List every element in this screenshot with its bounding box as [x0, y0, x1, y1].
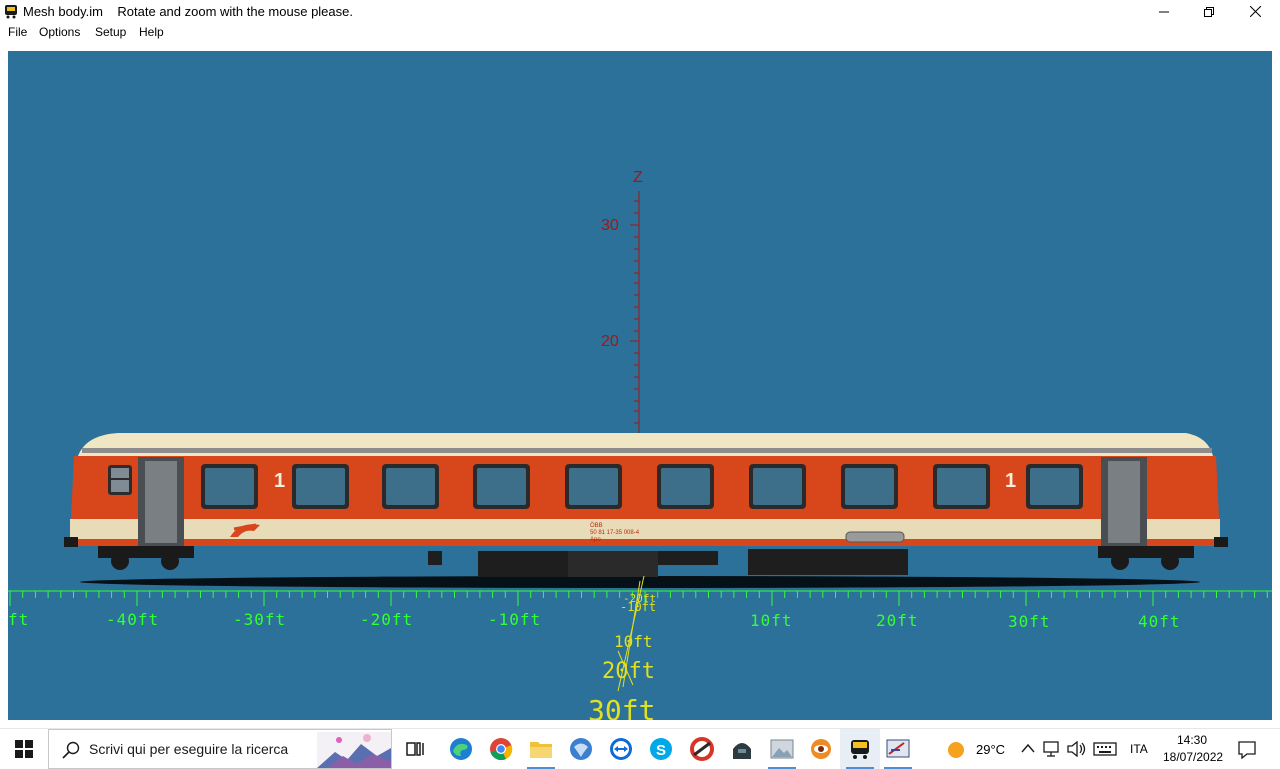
z-axis-label: Z [633, 169, 643, 186]
file-explorer-icon [530, 742, 552, 758]
title-bar: Mesh body.im Rotate and zoom with the mo… [0, 0, 1280, 23]
taskbar-teamviewer[interactable] [601, 729, 641, 769]
start-button[interactable] [0, 729, 48, 769]
menu-help[interactable]: Help [138, 25, 165, 39]
taskbar-eye-app[interactable] [801, 729, 841, 769]
windows-icon [15, 740, 33, 758]
y-tick-30: 30ft [588, 694, 655, 720]
minimize-icon [1159, 11, 1169, 12]
taskbar-file-explorer[interactable] [521, 729, 561, 769]
x-tick-20: 20ft [876, 611, 919, 630]
taskbar-mesh-viewer[interactable] [878, 729, 918, 769]
network-icon[interactable] [1043, 741, 1063, 757]
x-tick-30: 30ft [1008, 612, 1051, 631]
coach-type: Apo [590, 537, 601, 543]
chrome-icon [490, 738, 513, 761]
mesh-viewer-icon [886, 739, 910, 758]
photos-icon [770, 739, 794, 759]
ccleaner-icon [690, 737, 714, 761]
x-tick-10: 10ft [750, 611, 793, 630]
x-tick-neg10: -10ft [488, 610, 541, 629]
train-app-icon [851, 740, 869, 759]
menu-file[interactable]: File [7, 25, 28, 39]
menu-setup[interactable]: Setup [94, 25, 127, 39]
taskbar-app-figure[interactable] [722, 729, 762, 769]
search-icon [62, 741, 80, 759]
z-tick-30: 30 [601, 217, 619, 234]
search-placeholder: Scrivi qui per eseguire la ricerca [89, 741, 289, 757]
window-title: Mesh body.im Rotate and zoom with the mo… [23, 4, 353, 19]
search-box[interactable]: Scrivi qui per eseguire la ricerca [48, 729, 392, 769]
weather-sun-icon [948, 742, 964, 758]
taskbar-chrome[interactable] [481, 729, 521, 769]
taskbar-train-app[interactable] [840, 729, 880, 769]
clock-date[interactable]: 18/07/2022 [1163, 750, 1223, 764]
taskbar-app-globe[interactable] [561, 729, 601, 769]
class-number-right: 1 [1005, 470, 1016, 492]
search-highlight-icon [317, 732, 391, 768]
mesh-scene: Z 30 20 1 1 ÖBB 50 81 17-35 008-4 Apo ft… [8, 169, 1272, 720]
keyboard-icon[interactable] [1093, 741, 1117, 757]
chevron-up-icon[interactable] [1021, 743, 1035, 753]
app-icon-blue-globe [570, 738, 592, 760]
railway-coach: 1 1 ÖBB 50 81 17-35 008-4 Apo [64, 433, 1228, 577]
y-tick-neg10: -10ft [620, 600, 656, 614]
notification-icon[interactable] [1238, 741, 1256, 759]
taskbar-skype[interactable]: S [641, 729, 681, 769]
x-tick-neg30: -30ft [233, 610, 286, 629]
taskbar-ccleaner[interactable] [682, 729, 722, 769]
close-button[interactable] [1232, 0, 1278, 23]
input-language[interactable]: ITA [1130, 742, 1148, 756]
x-tick-40: 40ft [1138, 612, 1181, 631]
close-icon [1249, 6, 1261, 17]
taskbar-edge[interactable] [441, 729, 481, 769]
3d-viewport[interactable]: Z 30 20 1 1 ÖBB 50 81 17-35 008-4 Apo ft… [8, 51, 1272, 720]
task-view-button[interactable] [396, 729, 436, 769]
coach-number: 50 81 17-35 008-4 [590, 530, 640, 536]
z-axis: Z 30 20 [601, 169, 643, 433]
skype-icon: S [650, 738, 672, 760]
menu-options[interactable]: Options [38, 25, 81, 39]
x-tick-neg40: -40ft [106, 610, 159, 629]
weather-temp[interactable]: 29°C [976, 742, 1005, 757]
menu-bar: File Options Setup Help [0, 23, 1280, 43]
minimize-button[interactable] [1141, 0, 1187, 23]
restore-button[interactable] [1186, 0, 1232, 23]
x-tick-neg20: -20ft [360, 610, 413, 629]
svg-text:S: S [656, 742, 666, 759]
clock-time[interactable]: 14:30 [1177, 733, 1207, 747]
coach-operator: ÖBB [590, 522, 603, 529]
app-icon-dark-figure [733, 743, 751, 759]
taskbar-photos[interactable] [762, 729, 802, 769]
restore-icon [1204, 6, 1214, 17]
eye-app-icon [811, 739, 831, 759]
y-axis: -20ft -10ft 10ft 20ft 30ft [588, 575, 656, 720]
y-tick-10: 10ft [614, 632, 653, 651]
app-train-icon [5, 5, 17, 19]
class-number-left: 1 [274, 470, 285, 492]
teamviewer-icon [610, 738, 632, 760]
speaker-icon[interactable] [1067, 741, 1087, 757]
task-view-icon [406, 742, 424, 756]
y-tick-20: 20ft [602, 659, 655, 684]
edge-icon [450, 738, 472, 760]
taskbar: Scrivi qui per eseguire la ricerca S 29°… [0, 728, 1280, 769]
x-tick-edge: ft [8, 610, 29, 629]
z-tick-20: 20 [601, 333, 619, 350]
